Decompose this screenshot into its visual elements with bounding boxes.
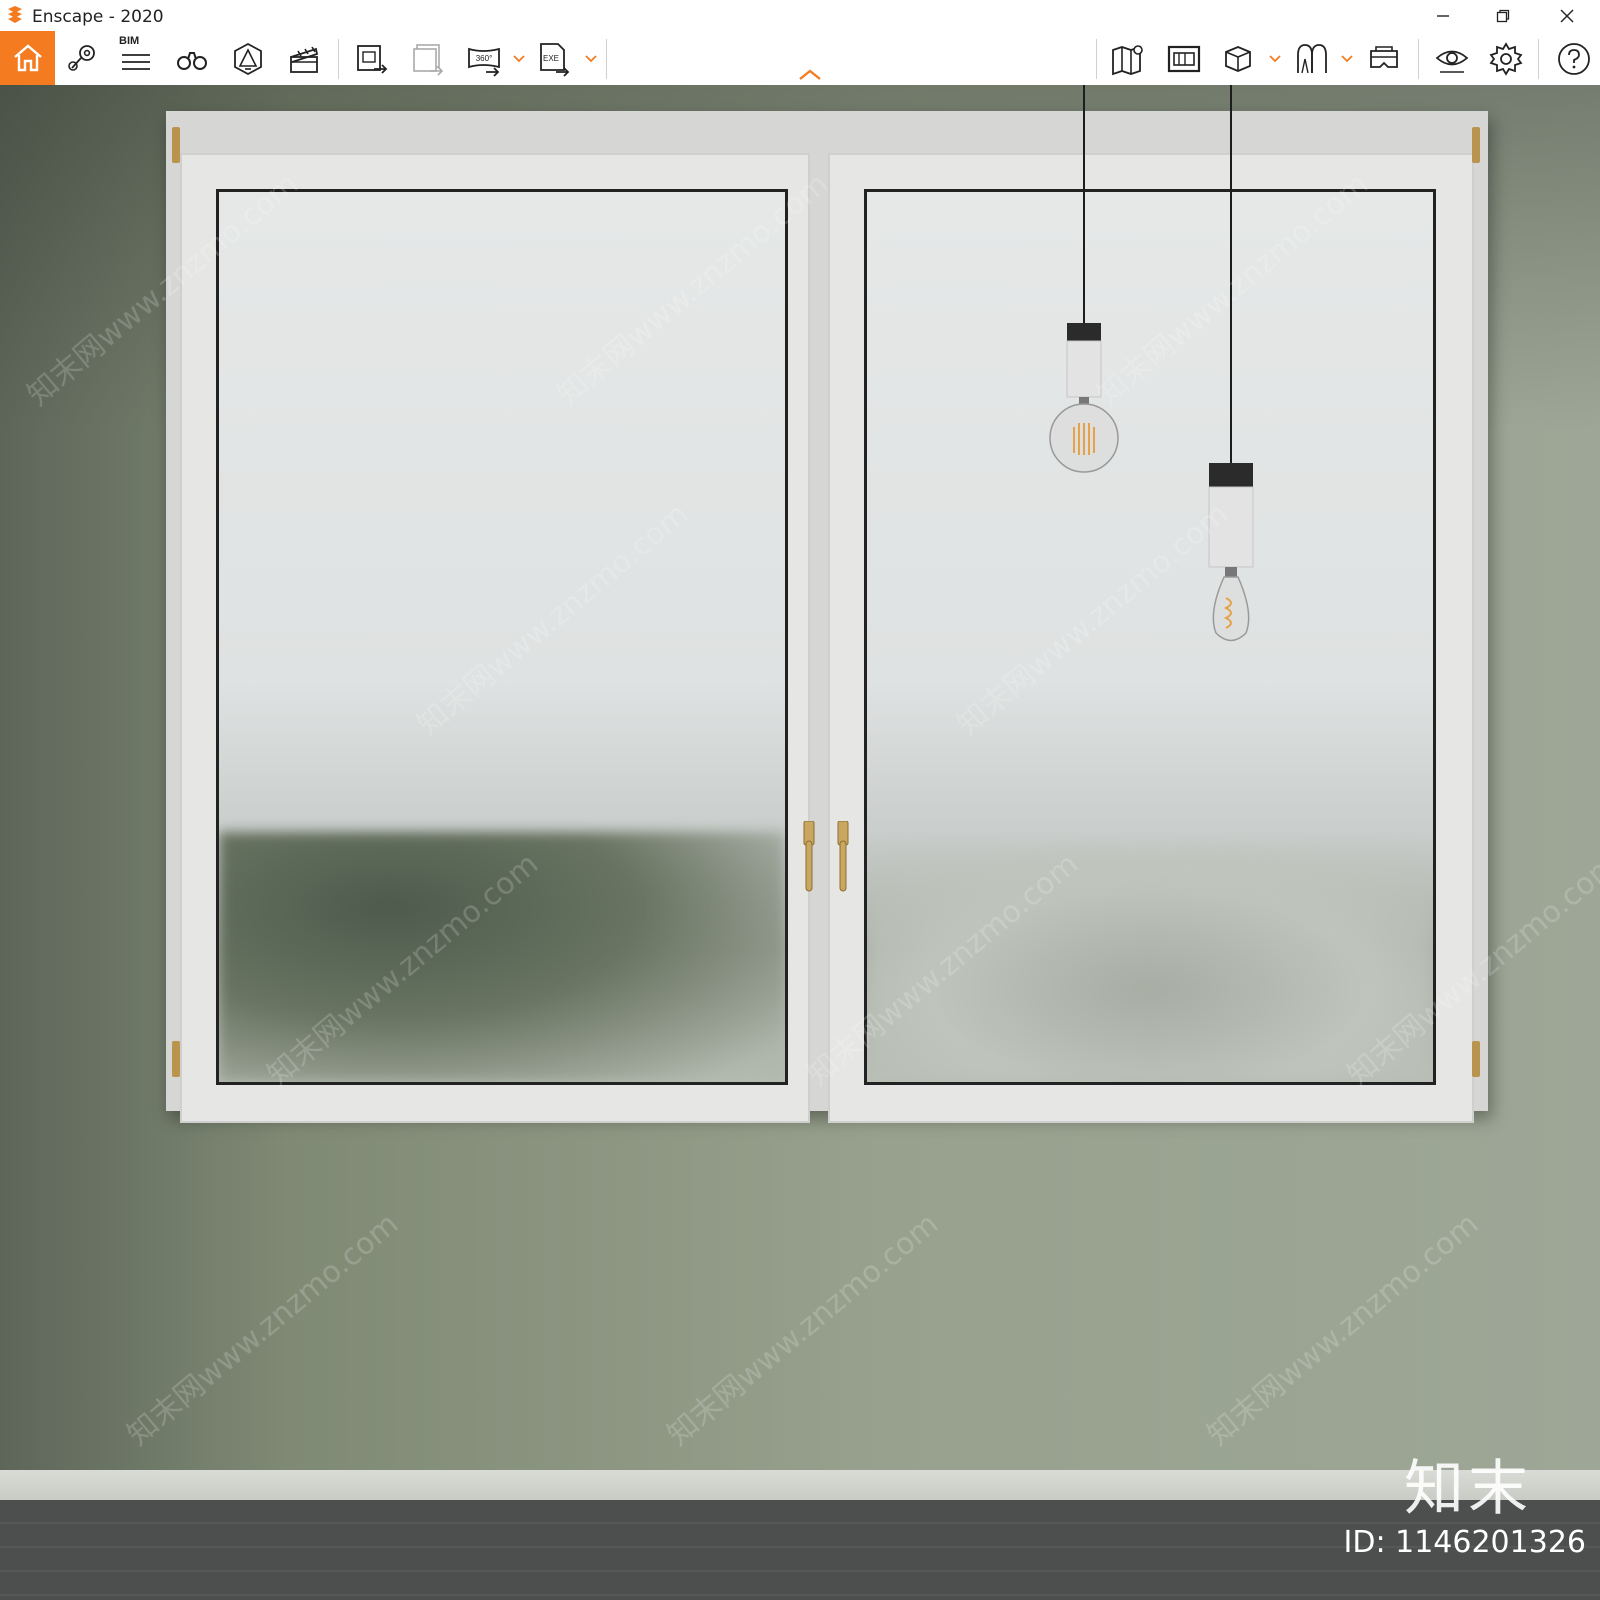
- close-icon: [1560, 9, 1574, 22]
- right-sash: [828, 153, 1474, 1123]
- chevron-down-icon: [585, 55, 597, 63]
- clapperboard-icon: [290, 46, 319, 73]
- window-frame: [166, 111, 1488, 1123]
- brand-watermark: 知末: [1404, 1454, 1532, 1524]
- help-icon: [1558, 43, 1590, 75]
- pendant-lamp-1: [1049, 323, 1119, 473]
- chevron-down-icon: [1341, 55, 1353, 63]
- views-button[interactable]: [60, 37, 104, 81]
- skirting-board: [0, 1470, 1600, 1500]
- cube-dropdown[interactable]: [1268, 49, 1282, 69]
- enscape-logo-icon: [8, 6, 22, 23]
- home-icon: [13, 44, 42, 72]
- left-sash: [180, 153, 810, 1123]
- map-pin-icon: [1112, 45, 1143, 76]
- chevron-down-icon: [513, 55, 525, 63]
- export-panorama-button[interactable]: 360°: [462, 37, 506, 81]
- light-view-icon: [234, 42, 262, 76]
- hinge: [1472, 1041, 1480, 1077]
- minimize-icon: [1437, 14, 1449, 17]
- binoculars-button[interactable]: [170, 37, 214, 81]
- pendant-lamp-2: [1208, 463, 1254, 642]
- batch-render-button[interactable]: [406, 37, 450, 81]
- toolbar-separator: [338, 39, 339, 79]
- hinge: [1472, 127, 1480, 163]
- asset-library-button[interactable]: [1162, 37, 1206, 81]
- general-settings-button[interactable]: [1484, 37, 1528, 81]
- toolbar-separator: [1096, 39, 1097, 79]
- collapse-toolbar-button[interactable]: [796, 67, 824, 85]
- pendant-cord: [1230, 85, 1232, 465]
- exe-dropdown[interactable]: [584, 49, 598, 69]
- vr-headset-icon: [1370, 46, 1398, 68]
- toolbar-separator: [606, 39, 607, 79]
- vr-headset-button[interactable]: [1362, 37, 1406, 81]
- cube-icon: [1225, 46, 1251, 72]
- restore-icon: [1496, 9, 1510, 22]
- export-exe-button[interactable]: EXE: [532, 37, 576, 81]
- asset-library-icon: [1167, 45, 1201, 73]
- help-button[interactable]: [1552, 37, 1596, 81]
- light-view-button[interactable]: [226, 37, 270, 81]
- bim-label: BIM: [119, 35, 140, 47]
- home-button[interactable]: [0, 31, 55, 85]
- binoculars-icon: [177, 52, 207, 70]
- restore-button[interactable]: [1480, 0, 1526, 31]
- pendant-cord: [1083, 85, 1085, 325]
- visual-settings-button[interactable]: [1430, 37, 1474, 81]
- title-bar: Enscape - 2020: [0, 0, 1600, 31]
- minimize-button[interactable]: [1420, 0, 1466, 31]
- window-title: Enscape - 2020: [32, 7, 164, 27]
- panorama-360-icon: 360°: [468, 47, 500, 77]
- right-glass-pane: [864, 189, 1436, 1085]
- left-glass-pane: [216, 189, 788, 1085]
- chevron-up-icon: [799, 69, 821, 80]
- image-id-label: ID: 1146201326: [1343, 1525, 1586, 1560]
- gear-icon: [1489, 42, 1523, 76]
- chevron-down-icon: [1269, 55, 1281, 63]
- export-screenshot-button[interactable]: [350, 37, 394, 81]
- panorama-dropdown[interactable]: [512, 49, 526, 69]
- right-window-handle: [837, 821, 849, 892]
- walk-dropdown[interactable]: [1340, 49, 1354, 69]
- map-button[interactable]: [1106, 37, 1150, 81]
- close-button[interactable]: [1544, 0, 1590, 31]
- main-toolbar: BIM 360° EXE: [0, 31, 1600, 86]
- cube-view-button[interactable]: [1216, 37, 1260, 81]
- panorama-label: 360°: [476, 54, 493, 63]
- hinge: [172, 127, 180, 163]
- location-pin-icon: [68, 45, 95, 71]
- batch-render-icon: [413, 44, 444, 76]
- walk-icon: [1297, 44, 1327, 74]
- hinge: [172, 1041, 180, 1077]
- toolbar-separator: [1538, 39, 1539, 79]
- bim-button[interactable]: BIM: [114, 35, 158, 81]
- video-editor-button[interactable]: [282, 37, 326, 81]
- walk-mode-button[interactable]: [1290, 37, 1334, 81]
- render-viewport[interactable]: 知末网www.znzmo.com 知末网www.znzmo.com 知末网www…: [0, 85, 1600, 1600]
- toolbar-separator: [1418, 39, 1419, 79]
- exe-label: EXE: [543, 54, 559, 63]
- export-exe-icon: EXE: [540, 43, 570, 77]
- left-window-handle: [803, 821, 815, 892]
- eye-icon: [1435, 50, 1469, 73]
- export-image-icon: [357, 45, 388, 74]
